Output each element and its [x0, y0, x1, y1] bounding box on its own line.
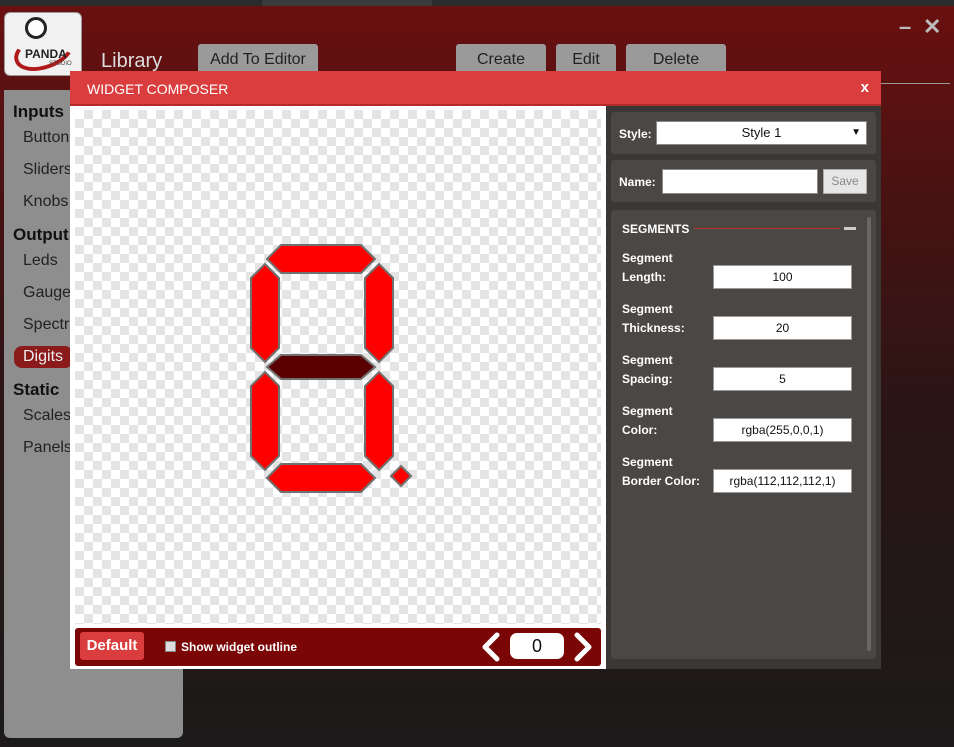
dialog-title: WIDGET COMPOSER	[87, 81, 229, 97]
default-button[interactable]: Default	[80, 632, 144, 660]
segment-decimal-point	[389, 464, 413, 488]
dialog-titlebar: WIDGET COMPOSER x	[70, 71, 881, 106]
sidebar-item-digits[interactable]: Digits	[14, 346, 74, 368]
sidebar-item-leds[interactable]: Leds	[23, 252, 58, 270]
segment-g	[265, 354, 377, 380]
segment-thickness-input[interactable]: 20	[713, 316, 852, 340]
style-select-value: Style 1	[741, 125, 782, 140]
sidebar-section-outputs: Output	[13, 225, 69, 244]
top-toolbar-strip	[0, 0, 954, 6]
sidebar-item-scales[interactable]: Scales	[23, 407, 71, 425]
name-input[interactable]	[662, 169, 818, 194]
segment-border-color-input[interactable]: rgba(112,112,112,1)	[713, 469, 852, 493]
save-button[interactable]: Save	[823, 169, 867, 194]
sidebar-item-gauges[interactable]: Gauge	[23, 284, 71, 302]
segment-thickness-label: Segment Thickness:	[622, 302, 685, 335]
name-label: Name:	[619, 175, 656, 189]
logo-text: PANDA	[25, 47, 67, 61]
segment-spacing-label: Segment Spacing:	[622, 353, 673, 386]
sidebar-section-inputs: Inputs	[13, 102, 64, 121]
segments-divider	[694, 228, 840, 229]
segment-length-input[interactable]: 100	[713, 265, 852, 289]
segment-length-label: Segment Length:	[622, 251, 673, 284]
divider	[880, 83, 950, 84]
sidebar-item-knobs[interactable]: Knobs	[23, 193, 68, 211]
segment-a	[265, 244, 377, 274]
dialog-close-button[interactable]: x	[861, 79, 869, 96]
segment-f	[250, 262, 280, 364]
panda-icon	[25, 17, 47, 39]
style-select[interactable]: Style 1 ▼	[656, 121, 867, 145]
widget-composer-dialog: WIDGET COMPOSER x Default Show widget ou…	[70, 71, 881, 669]
composer-footer-bar: Default Show widget outline 0	[75, 628, 601, 666]
show-outline-label: Show widget outline	[181, 640, 297, 654]
segment-d	[265, 463, 377, 493]
sidebar-item-spectrum[interactable]: Spectr	[23, 316, 69, 334]
preview-area: Default Show widget outline 0	[70, 106, 606, 669]
segment-b	[364, 262, 394, 364]
segment-color-label: Segment Color:	[622, 404, 673, 437]
value-counter[interactable]: 0	[510, 633, 564, 659]
next-arrow-icon[interactable]	[571, 631, 595, 663]
segments-scrollbar[interactable]	[867, 217, 871, 651]
transparent-canvas	[75, 110, 601, 624]
panda-studio-logo: PANDA STUDIO	[4, 12, 82, 79]
previous-arrow-icon[interactable]	[479, 631, 503, 663]
segment-border-color-label: Segment Border Color:	[622, 455, 700, 488]
segment-color-input[interactable]: rgba(255,0,0,1)	[713, 418, 852, 442]
seven-segment-digit	[250, 244, 413, 493]
logo-subtext: STUDIO	[49, 61, 72, 67]
sidebar-section-static: Static	[13, 380, 60, 399]
collapse-icon[interactable]	[844, 227, 856, 230]
sidebar-item-panels[interactable]: Panels	[23, 439, 72, 457]
close-window-icon[interactable]: ✕	[923, 14, 941, 40]
style-label: Style:	[619, 127, 652, 141]
segment-spacing-input[interactable]: 5	[713, 367, 852, 391]
minimize-icon[interactable]: –	[899, 14, 911, 40]
chevron-down-icon: ▼	[851, 127, 861, 138]
sidebar-item-buttons[interactable]: Button	[23, 129, 69, 147]
segment-c	[364, 370, 394, 472]
segment-e	[250, 370, 280, 472]
library-title: Library	[101, 50, 163, 72]
show-outline-checkbox[interactable]	[165, 641, 176, 652]
sidebar-item-sliders[interactable]: Sliders	[23, 161, 72, 179]
segments-header: SEGMENTS	[622, 222, 690, 236]
